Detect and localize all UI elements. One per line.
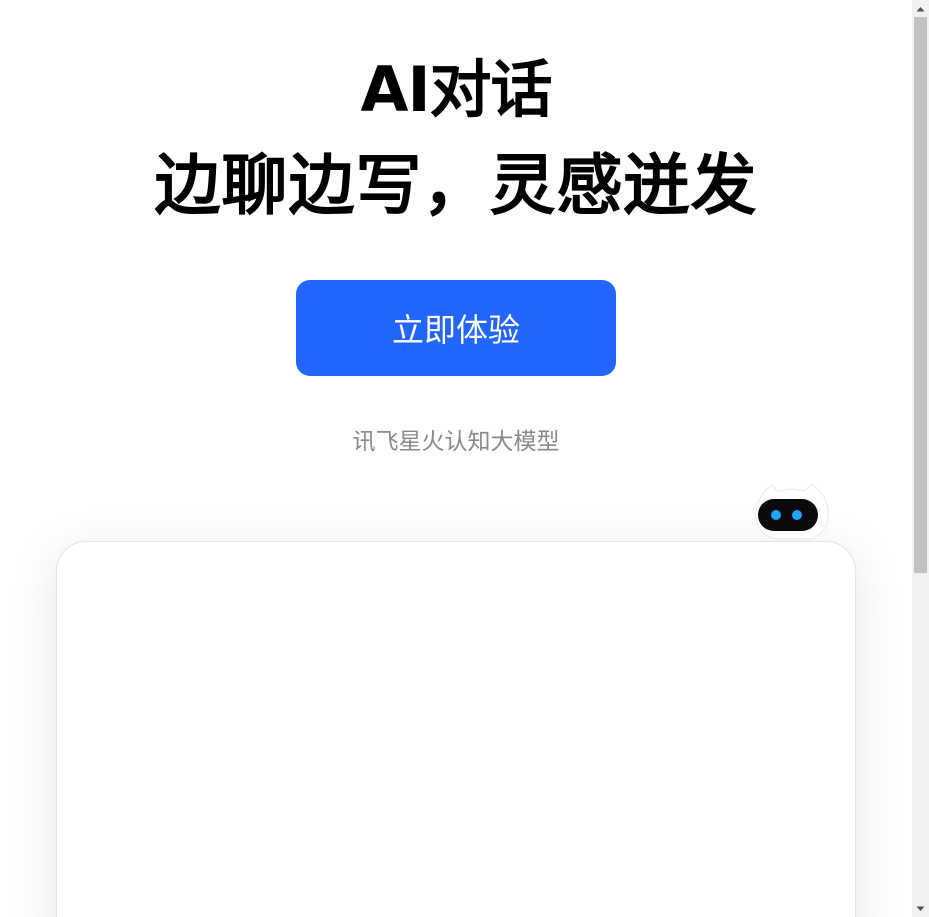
mascot-right-eye <box>792 510 802 520</box>
vertical-scrollbar[interactable] <box>912 0 929 917</box>
robot-mascot-icon <box>752 482 832 542</box>
mascot-face <box>758 499 818 531</box>
page: AI对话 边聊边写，灵感迸发 立即体验 讯飞星火认知大模型 <box>0 0 929 917</box>
scroll-up-arrow-icon[interactable] <box>912 0 929 17</box>
demo-preview-card <box>56 541 856 917</box>
hero-tagline: 边聊边写，灵感迸发 <box>154 147 758 224</box>
product-subtitle: 讯飞星火认知大模型 <box>352 429 560 455</box>
main-content: AI对话 边聊边写，灵感迸发 立即体验 讯飞星火认知大模型 <box>0 0 912 917</box>
try-now-button[interactable]: 立即体验 <box>296 280 616 376</box>
scrollbar-thumb[interactable] <box>914 17 927 573</box>
mascot-left-eye <box>771 510 781 520</box>
hero-title: AI对话 <box>360 53 552 126</box>
robot-mascot-graphic <box>755 483 829 540</box>
scroll-down-arrow-icon[interactable] <box>912 900 929 917</box>
